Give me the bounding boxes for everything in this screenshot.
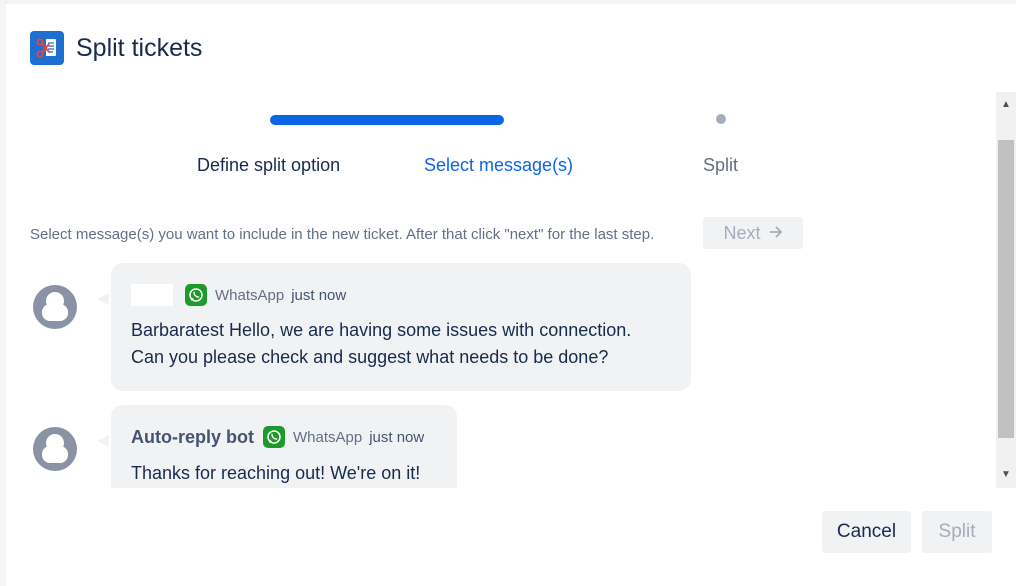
message-meta: WhatsApp just now [131, 283, 346, 307]
bubble-tail [97, 435, 109, 447]
step-label-define: Define split option [197, 155, 341, 175]
step-progress-bar [270, 115, 504, 125]
next-button[interactable]: Next [703, 217, 803, 249]
dialog-body: Define split option Select message(s) Sp… [6, 92, 996, 488]
dialog-header: Split tickets [30, 30, 202, 66]
split-button[interactable]: Split [922, 511, 992, 553]
arrow-right-icon [769, 223, 783, 244]
message-text: Barbaratest Hello, we are having some is… [131, 317, 631, 371]
message-line: Thanks for reaching out! We're on it! [131, 463, 421, 483]
avatar [33, 427, 77, 471]
channel-label: WhatsApp [293, 428, 363, 446]
step-dot-split [716, 114, 726, 124]
dialog-title: Split tickets [76, 33, 203, 62]
whatsapp-icon [185, 284, 207, 306]
message-time: just now [291, 286, 347, 304]
scroll-up-icon[interactable]: ▲ [996, 94, 1016, 114]
scrollbar-thumb[interactable] [998, 140, 1014, 438]
message-bubble[interactable]: Auto-reply bot WhatsApp just now Thanks … [111, 405, 457, 488]
message-bubble[interactable]: WhatsApp just now Barbaratest Hello, we … [111, 263, 691, 391]
sender-name [131, 284, 173, 306]
instructions-text: Select message(s) you want to include in… [30, 226, 655, 243]
message-text: Thanks for reaching out! We're on it! [131, 460, 420, 487]
message-time: just now [369, 428, 425, 446]
vertical-scrollbar[interactable]: ▲ ▼ [996, 92, 1016, 488]
avatar [33, 285, 77, 329]
message-line: Barbaratest Hello, we are having some is… [131, 320, 632, 340]
step-label-select: Select message(s) [424, 155, 574, 175]
bubble-tail [97, 293, 109, 305]
message-meta: Auto-reply bot WhatsApp just now [131, 425, 424, 449]
whatsapp-icon [263, 426, 285, 448]
scissors-document-icon [30, 31, 64, 65]
cancel-button[interactable]: Cancel [822, 511, 911, 553]
sender-name: Auto-reply bot [131, 426, 254, 447]
step-label-split: Split [703, 155, 739, 175]
scroll-down-icon[interactable]: ▼ [996, 464, 1016, 484]
next-label: Next [723, 222, 761, 243]
channel-label: WhatsApp [215, 286, 285, 304]
message-line: Can you please check and suggest what ne… [131, 347, 609, 367]
